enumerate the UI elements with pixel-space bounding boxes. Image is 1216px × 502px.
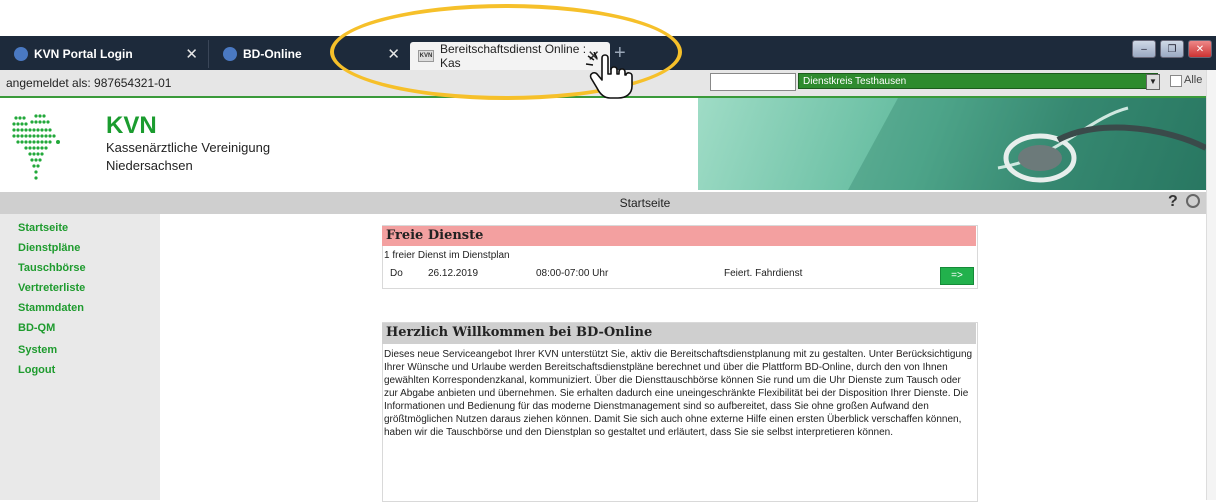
org-name-line1: Kassenärztliche Vereinigung bbox=[106, 140, 271, 155]
service-day: Do bbox=[390, 268, 403, 279]
search-input[interactable] bbox=[710, 73, 796, 91]
close-window-button[interactable]: ✕ bbox=[1188, 40, 1212, 58]
sidebar: Startseite Dienstpläne Tauschbörse Vertr… bbox=[0, 214, 160, 500]
sidebar-item-logout[interactable]: Logout bbox=[18, 364, 55, 376]
free-services-count: 1 freier Dienst im Dienstplan bbox=[384, 250, 510, 261]
vertical-scrollbar[interactable] bbox=[1206, 70, 1216, 500]
sidebar-item-tauschboerse[interactable]: Tauschbörse bbox=[18, 262, 86, 274]
tab-label: BD-Online bbox=[243, 47, 302, 61]
alle-checkbox[interactable] bbox=[1170, 75, 1182, 87]
welcome-text: Dieses neue Serviceangebot Ihrer KVN unt… bbox=[384, 349, 973, 438]
globe-icon bbox=[14, 47, 28, 61]
sidebar-item-dienstplaene[interactable]: Dienstpläne bbox=[18, 242, 80, 254]
magnifier-icon[interactable] bbox=[1186, 194, 1200, 208]
tab-close-icon[interactable]: ✕ bbox=[185, 45, 198, 63]
sidebar-item-startseite[interactable]: Startseite bbox=[18, 222, 68, 234]
sidebar-item-bd-qm[interactable]: BD-QM bbox=[18, 322, 55, 334]
tab-label: KVN Portal Login bbox=[34, 47, 133, 61]
help-icon[interactable]: ? bbox=[1168, 193, 1178, 211]
service-type: Feiert. Fahrdienst bbox=[724, 268, 803, 279]
tab-kvn-portal-login[interactable]: KVN Portal Login ✕ bbox=[0, 40, 208, 68]
globe-icon bbox=[223, 47, 237, 61]
logged-in-user-label: angemeldet als: 987654321-01 bbox=[6, 76, 172, 90]
welcome-title: Herzlich Willkommen bei BD-Online bbox=[386, 325, 653, 340]
alle-checkbox-label: Alle bbox=[1184, 74, 1203, 86]
open-service-button[interactable]: => bbox=[940, 267, 974, 285]
sidebar-item-vertreterliste[interactable]: Vertreterliste bbox=[18, 282, 85, 294]
kvn-logo-icon bbox=[12, 114, 60, 180]
service-date: 26.12.2019 bbox=[428, 268, 479, 279]
page-title: Startseite bbox=[619, 196, 671, 210]
restore-button[interactable]: ❐ bbox=[1160, 40, 1184, 58]
sidebar-item-system[interactable]: System bbox=[18, 344, 57, 356]
stethoscope-icon bbox=[848, 98, 1206, 190]
org-name-line2: Niedersachsen bbox=[106, 158, 193, 173]
free-services-title: Freie Dienste bbox=[386, 228, 484, 243]
hand-pointer-icon bbox=[585, 52, 633, 99]
dienstkreis-select[interactable]: Dienstkreis Testhausen bbox=[798, 73, 1158, 89]
chevron-down-icon[interactable]: ▼ bbox=[1146, 74, 1160, 90]
service-time: 08:00-07:00 Uhr bbox=[536, 268, 609, 279]
stethoscope-header-image bbox=[698, 98, 1206, 190]
minimize-button[interactable]: – bbox=[1132, 40, 1156, 58]
brand-title: KVN bbox=[106, 112, 157, 139]
sidebar-item-stammdaten[interactable]: Stammdaten bbox=[18, 302, 84, 314]
